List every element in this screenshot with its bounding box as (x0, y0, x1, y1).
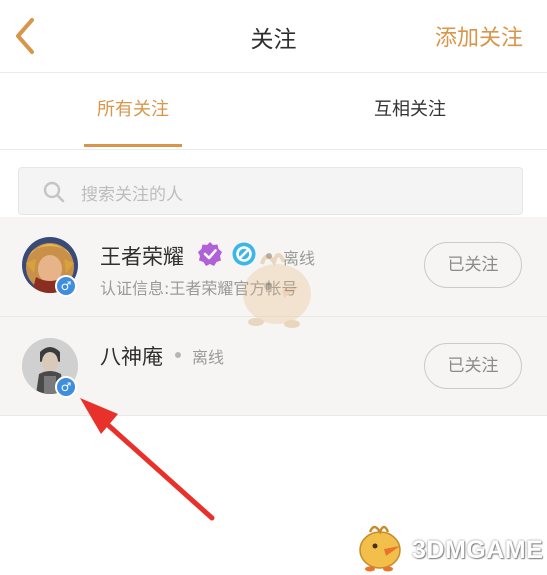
site-watermark: 3DMGAME (350, 520, 545, 572)
top-navigation-bar: 关注 添加关注 (0, 0, 547, 73)
online-status: 离线 (283, 249, 316, 268)
male-gender-icon: ♂ (55, 376, 77, 398)
status-dot (266, 253, 272, 259)
tab-label: 互相关注 (374, 99, 446, 120)
verification-info: 认证信息:王者荣耀官方帐号 (100, 279, 298, 298)
search-input[interactable]: 搜索关注的人 (18, 167, 523, 215)
mascot-logo-icon (359, 525, 401, 572)
active-tab-indicator (84, 144, 182, 147)
user-name: 王者荣耀 (100, 245, 184, 269)
tab-all-follows[interactable]: 所有关注 (84, 73, 182, 149)
male-gender-icon: ♂ (55, 275, 77, 297)
site-logo-text: 3DMGAME (412, 536, 544, 564)
online-status: 离线 (192, 348, 225, 367)
search-icon (43, 181, 65, 203)
level-badge-icon (232, 242, 256, 266)
list-item[interactable]: ♂ 王者荣耀 离线 认证信息:王者荣耀官方帐号 已关注 (0, 217, 547, 317)
add-follow-button[interactable]: 添加关注 (435, 20, 523, 52)
tab-mutual-follows[interactable]: 互相关注 (360, 73, 460, 149)
user-name: 八神庵 (100, 345, 163, 369)
list-item[interactable]: ♂ 八神庵 离线 已关注 (0, 317, 547, 416)
tab-bar: 所有关注 互相关注 (0, 73, 547, 150)
status-dot (175, 352, 181, 358)
tab-label: 所有关注 (97, 99, 169, 120)
followed-button[interactable]: 已关注 (424, 242, 522, 288)
search-placeholder: 搜索关注的人 (81, 185, 183, 205)
followed-button[interactable]: 已关注 (424, 343, 522, 389)
verified-badge-icon (198, 242, 222, 266)
follow-list: ♂ 王者荣耀 离线 认证信息:王者荣耀官方帐号 已关注 ♂ 八神庵 离线 已关注 (0, 217, 547, 416)
